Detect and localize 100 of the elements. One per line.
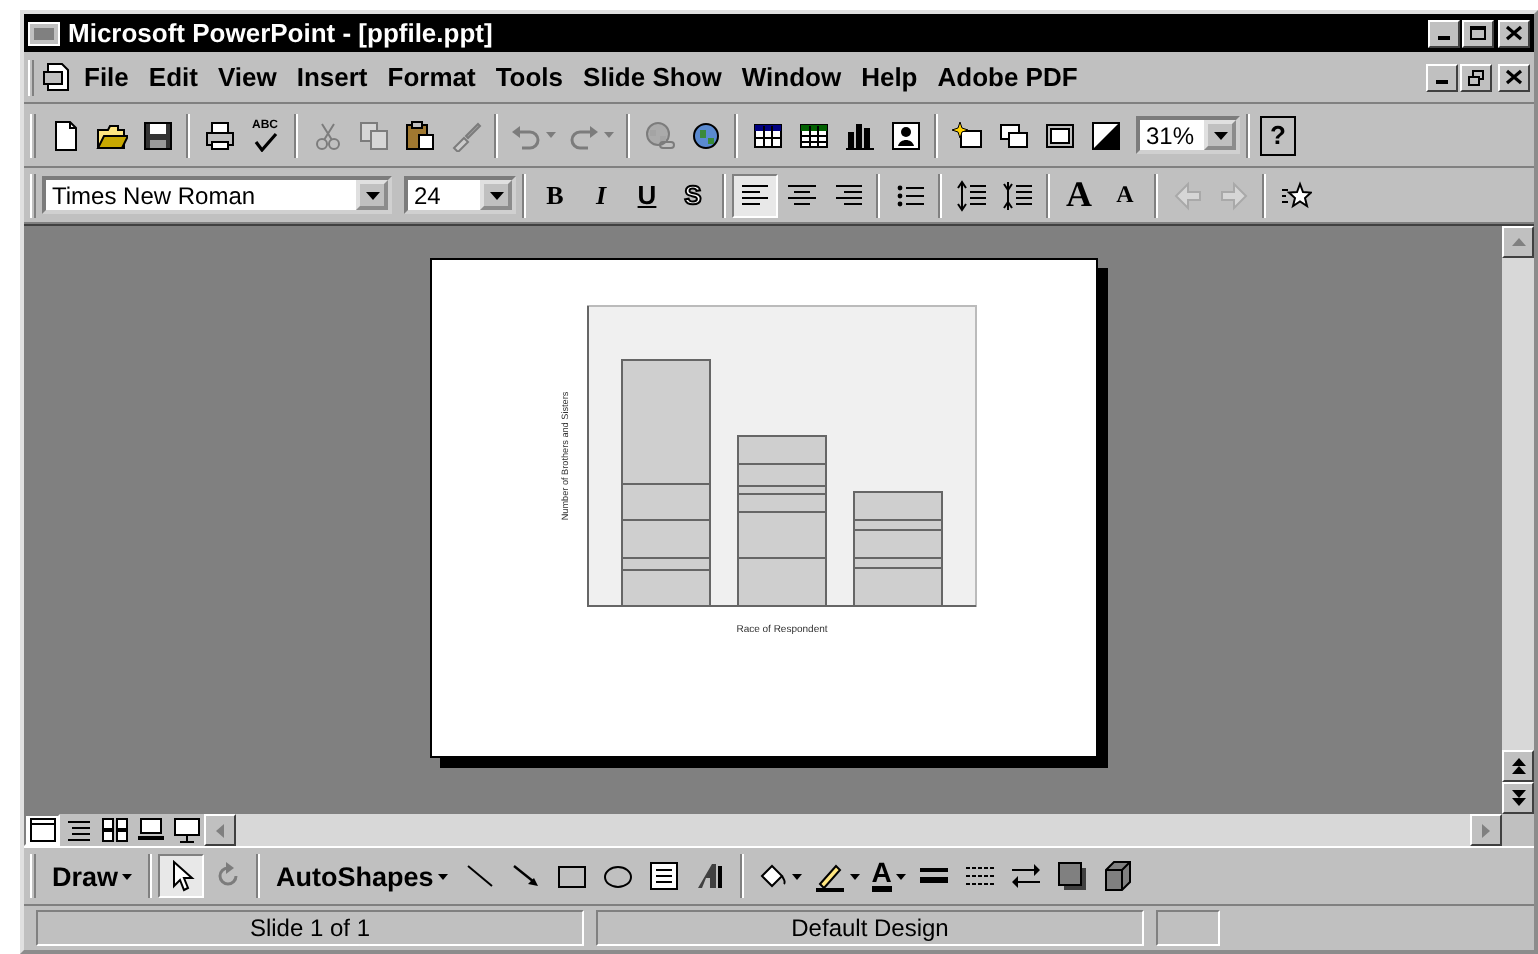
font-size-dropdown[interactable]: 24: [404, 176, 516, 214]
menu-item[interactable]: Tools: [485, 62, 574, 92]
caret-icon: [1213, 131, 1227, 139]
framed-picture-icon: [889, 119, 921, 151]
line-spacing-icon: [955, 179, 987, 211]
menu-item[interactable]: Adobe PDF: [927, 62, 1088, 92]
diagonal-line-icon: [464, 860, 497, 892]
next-slide-button[interactable]: [1502, 782, 1534, 814]
globe-icon: [689, 119, 721, 151]
view-button[interactable]: [168, 814, 204, 846]
status-pane: Slide 1 of 1: [36, 910, 584, 946]
double-arrows-icon: [1010, 860, 1043, 892]
slide-icon: [1043, 119, 1075, 151]
two-pages-icon: [357, 119, 389, 151]
dropdown-button[interactable]: [356, 180, 388, 210]
caret-icon: [365, 191, 379, 199]
text-lines-icon: [63, 816, 93, 844]
zoom-dropdown[interactable]: 31%: [1136, 116, 1240, 154]
oval-icon: [602, 860, 635, 892]
menu-item[interactable]: Format: [377, 62, 486, 92]
scroll-left-button[interactable]: [204, 814, 236, 846]
star-with-lines-icon: [1279, 179, 1311, 211]
caret-icon: [849, 873, 860, 879]
globe-icon: [643, 119, 675, 151]
menu-item[interactable]: File: [74, 62, 139, 92]
double-down-arrow-icon: [1511, 790, 1525, 806]
close-button[interactable]: [1498, 63, 1530, 91]
maximize-button[interactable]: [1462, 19, 1494, 47]
app-icon: [28, 19, 60, 47]
page-with-line-icon: [135, 816, 165, 844]
view-button[interactable]: [132, 814, 168, 846]
dropdown-button[interactable]: [480, 180, 512, 210]
scroll-up-icon: [1511, 238, 1525, 246]
cube-icon: [1102, 860, 1135, 892]
font-color-button[interactable]: A: [865, 854, 912, 898]
single-pane-icon: [27, 816, 57, 844]
scissors-icon: [311, 119, 343, 151]
menu-item[interactable]: Help: [851, 62, 928, 92]
double-up-arrow-icon: [1511, 758, 1525, 774]
scroll-right-icon: [1482, 823, 1490, 837]
toolbar-button[interactable]: [158, 854, 205, 898]
align-left-icon: [739, 179, 771, 211]
text-box-icon: [648, 860, 681, 892]
bar-chart-icon: [843, 119, 875, 151]
scroll-right-button[interactable]: [1470, 814, 1502, 846]
shadowed-square-icon: [1056, 860, 1089, 892]
minimize-button[interactable]: [1428, 19, 1460, 47]
menu-item[interactable]: Insert: [286, 62, 378, 92]
paint-bucket-icon: [755, 860, 788, 892]
line-spacing-icon: [1001, 179, 1033, 211]
view-button[interactable]: [96, 814, 132, 846]
arrow-left-icon: [1171, 179, 1203, 211]
blank-page-icon: [49, 119, 81, 151]
caret-icon: [437, 873, 448, 879]
diagonal-arrow-icon: [510, 860, 543, 892]
menu-item[interactable]: Slide Show: [573, 62, 732, 92]
autoshapes-menu[interactable]: AutoShapes: [266, 854, 458, 898]
stacked-slides-icon: [997, 119, 1029, 151]
italic-button[interactable]: I: [578, 173, 624, 217]
folder-icon: [95, 119, 127, 151]
draw-menu[interactable]: Draw: [42, 854, 143, 898]
grow-font-button[interactable]: A: [1056, 173, 1102, 217]
close-icon: [1504, 24, 1524, 42]
printer-icon: [203, 119, 235, 151]
status-pane: [1156, 910, 1220, 946]
half-filled-square-icon: [1089, 119, 1121, 151]
status-pane: Default Design: [596, 910, 1144, 946]
close-icon: [1504, 68, 1524, 86]
scroll-up-button[interactable]: [1502, 226, 1534, 258]
view-button[interactable]: [24, 814, 60, 846]
menu-item[interactable]: View: [207, 62, 287, 92]
dropdown-button[interactable]: [1204, 120, 1236, 150]
caret-icon: [122, 873, 133, 879]
caret-icon: [604, 132, 614, 138]
menu-item[interactable]: Edit: [138, 62, 208, 92]
maximize-icon: [1468, 24, 1488, 42]
document-icon: [42, 61, 74, 93]
align-right-icon: [831, 179, 863, 211]
caret-icon: [895, 873, 906, 879]
slide-with-star-icon: [951, 119, 983, 151]
help-button[interactable]: ?: [1260, 115, 1296, 155]
rectangle-icon: [556, 860, 589, 892]
caret-icon: [791, 873, 802, 879]
close-button[interactable]: [1498, 19, 1530, 47]
font-dropdown[interactable]: Times New Roman: [42, 176, 392, 214]
menu-item[interactable]: Window: [731, 62, 852, 92]
scroll-left-icon: [216, 823, 224, 837]
arrow-right-icon: [1217, 179, 1249, 211]
minimize-button[interactable]: [1426, 63, 1458, 91]
restore-icon: [1466, 68, 1486, 86]
bold-button[interactable]: B: [532, 173, 578, 217]
window-title: Microsoft PowerPoint - [ppfile.ppt]: [68, 18, 495, 48]
caret-icon: [489, 191, 503, 199]
underline-button[interactable]: U: [624, 173, 670, 217]
shrink-font-button[interactable]: A: [1102, 173, 1148, 217]
clipboard-icon: [403, 119, 435, 151]
previous-slide-button[interactable]: [1502, 750, 1534, 782]
alignment-button[interactable]: [732, 173, 778, 217]
restore-button[interactable]: [1460, 63, 1492, 91]
align-center-icon: [785, 179, 817, 211]
